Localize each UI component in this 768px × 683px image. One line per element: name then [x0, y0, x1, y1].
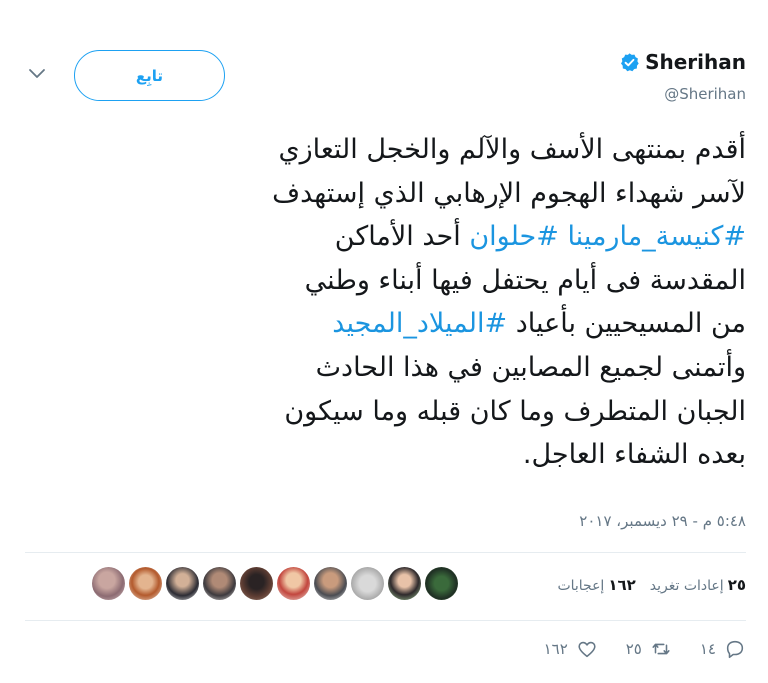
tweet-line: وأتمنى لجميع المصابين في هذا الحادث	[315, 351, 746, 383]
like-action[interactable]: ١٦٢	[544, 638, 598, 660]
avatar[interactable]	[203, 567, 236, 600]
user-name-row[interactable]: Sherihan	[619, 50, 746, 74]
retweet-action[interactable]: ٢٥	[626, 638, 672, 660]
like-count: ١٦٢	[543, 640, 568, 658]
tweet-text-span: أحد الأماكن	[334, 221, 461, 253]
avatar[interactable]	[425, 567, 458, 600]
tweet-line: الجبان المتطرف وما كان قبله وما سيكون	[284, 395, 746, 427]
likers-avatars	[92, 567, 458, 600]
retweet-icon	[652, 643, 670, 655]
heart-icon	[578, 641, 596, 658]
chevron-down-icon[interactable]	[26, 62, 48, 84]
tweet-line: #كنيسة_مارمينا #حلوان أحد الأماكن	[38, 215, 746, 259]
hashtag-link[interactable]: #الميلاد_المجيد	[332, 308, 507, 339]
user-handle[interactable]: @Sherihan	[664, 85, 746, 103]
avatar[interactable]	[166, 567, 199, 600]
tweet-timestamp[interactable]: ٥:٤٨ م - ٢٩ ديسمبر، ٢٠١٧	[579, 512, 746, 530]
like-stat[interactable]: ١٦٢إعجابات	[557, 576, 635, 594]
tweet-line: لآسر شهداء الهجوم الإرهابي الذي إستهدف	[272, 177, 746, 209]
divider	[25, 552, 746, 553]
tweet-stats: ٢٥إعادات تغريد ١٦٢إعجابات	[557, 576, 746, 594]
reply-count: ١٤	[699, 640, 716, 658]
follow-button[interactable]: تابِع	[74, 50, 225, 101]
tweet-line: أقدم بمنتهى الأسف والآلم والخجل التعازي	[278, 134, 746, 165]
tweet-line: من المسيحيين بأعياد #الميلاد_المجيد	[38, 302, 746, 346]
tweet-text-span: من المسيحيين بأعياد	[515, 308, 746, 340]
hashtag-link[interactable]: #كنيسة_مارمينا	[567, 221, 746, 252]
avatar[interactable]	[129, 567, 162, 600]
avatar[interactable]	[92, 567, 125, 600]
retweet-stat[interactable]: ٢٥إعادات تغريد	[650, 576, 746, 594]
avatar[interactable]	[351, 567, 384, 600]
tweet-text: أقدم بمنتهى الأسف والآلم والخجل التعازي …	[38, 128, 746, 477]
reply-icon	[726, 640, 744, 659]
tweet-actions: ١٤ ٢٥ ١٦٢	[544, 638, 746, 660]
hashtag-link[interactable]: #حلوان	[469, 221, 559, 252]
divider	[25, 620, 746, 621]
display-name[interactable]: Sherihan	[645, 50, 746, 74]
avatar[interactable]	[277, 567, 310, 600]
verified-badge-icon	[621, 52, 639, 71]
reply-action[interactable]: ١٤	[700, 638, 746, 660]
retweet-count: ٢٥	[625, 640, 642, 658]
tweet-line: المقدسة فى أيام يحتفل فيها أبناء وطني	[304, 264, 746, 296]
avatar[interactable]	[388, 567, 421, 600]
tweet-line: بعده الشفاء العاجل.	[522, 439, 746, 471]
avatar[interactable]	[240, 567, 273, 600]
avatar[interactable]	[314, 567, 347, 600]
